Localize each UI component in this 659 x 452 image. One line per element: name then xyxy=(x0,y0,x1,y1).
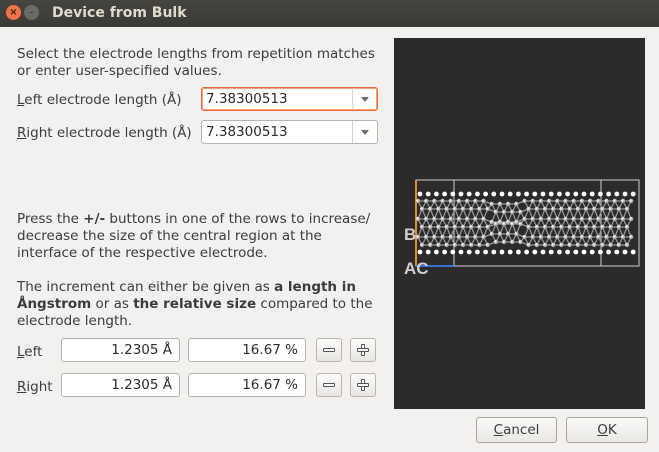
left-electrode-dropdown-button[interactable] xyxy=(352,88,377,110)
right-electrode-dropdown-button[interactable] xyxy=(352,121,377,143)
cancel-button[interactable]: Cancel xyxy=(476,417,557,443)
ok-button[interactable]: OK xyxy=(566,417,648,443)
right-electrode-label: Right electrode length (Å) xyxy=(17,125,192,141)
left-electrode-length-combo[interactable] xyxy=(201,87,378,111)
increment-text: The increment can either be given as a l… xyxy=(17,279,373,329)
right-electrode-length-input[interactable] xyxy=(206,123,346,141)
right-length-field[interactable]: 1.2305 Å xyxy=(61,373,180,397)
right-electrode-length-combo[interactable] xyxy=(201,120,378,144)
minimize-window-icon[interactable]: – xyxy=(24,5,39,20)
instructions-text: Press the +/- buttons in one of the rows… xyxy=(17,211,371,261)
axis-label-ac: AC xyxy=(404,259,429,278)
chevron-down-icon xyxy=(361,97,369,102)
structure-preview[interactable]: B AC xyxy=(394,38,645,409)
structure-viewer-canvas: B AC xyxy=(404,179,640,278)
left-row-label: Left xyxy=(17,344,43,360)
left-increase-button[interactable] xyxy=(350,338,376,362)
window-title: Device from Bulk xyxy=(52,5,187,21)
left-length-field[interactable]: 1.2305 Å xyxy=(61,338,180,362)
left-electrode-length-input[interactable] xyxy=(206,90,346,108)
close-window-icon[interactable]: × xyxy=(6,5,21,20)
title-bar: × – Device from Bulk xyxy=(0,0,659,27)
right-row-label: Right xyxy=(17,379,53,395)
right-increase-button[interactable] xyxy=(350,373,376,397)
left-decrease-button[interactable] xyxy=(316,338,342,362)
axis-label-b: B xyxy=(404,225,416,244)
intro-text: Select the electrode lengths from repeti… xyxy=(17,46,375,79)
nanotube-atoms xyxy=(415,191,636,255)
right-decrease-button[interactable] xyxy=(316,373,342,397)
left-electrode-label: Left electrode length (Å) xyxy=(17,92,182,108)
right-relative-field[interactable]: 16.67 % xyxy=(188,373,306,397)
minus-icon xyxy=(323,348,335,352)
minus-icon xyxy=(323,383,335,387)
chevron-down-icon xyxy=(361,130,369,135)
left-relative-field[interactable]: 16.67 % xyxy=(188,338,306,362)
